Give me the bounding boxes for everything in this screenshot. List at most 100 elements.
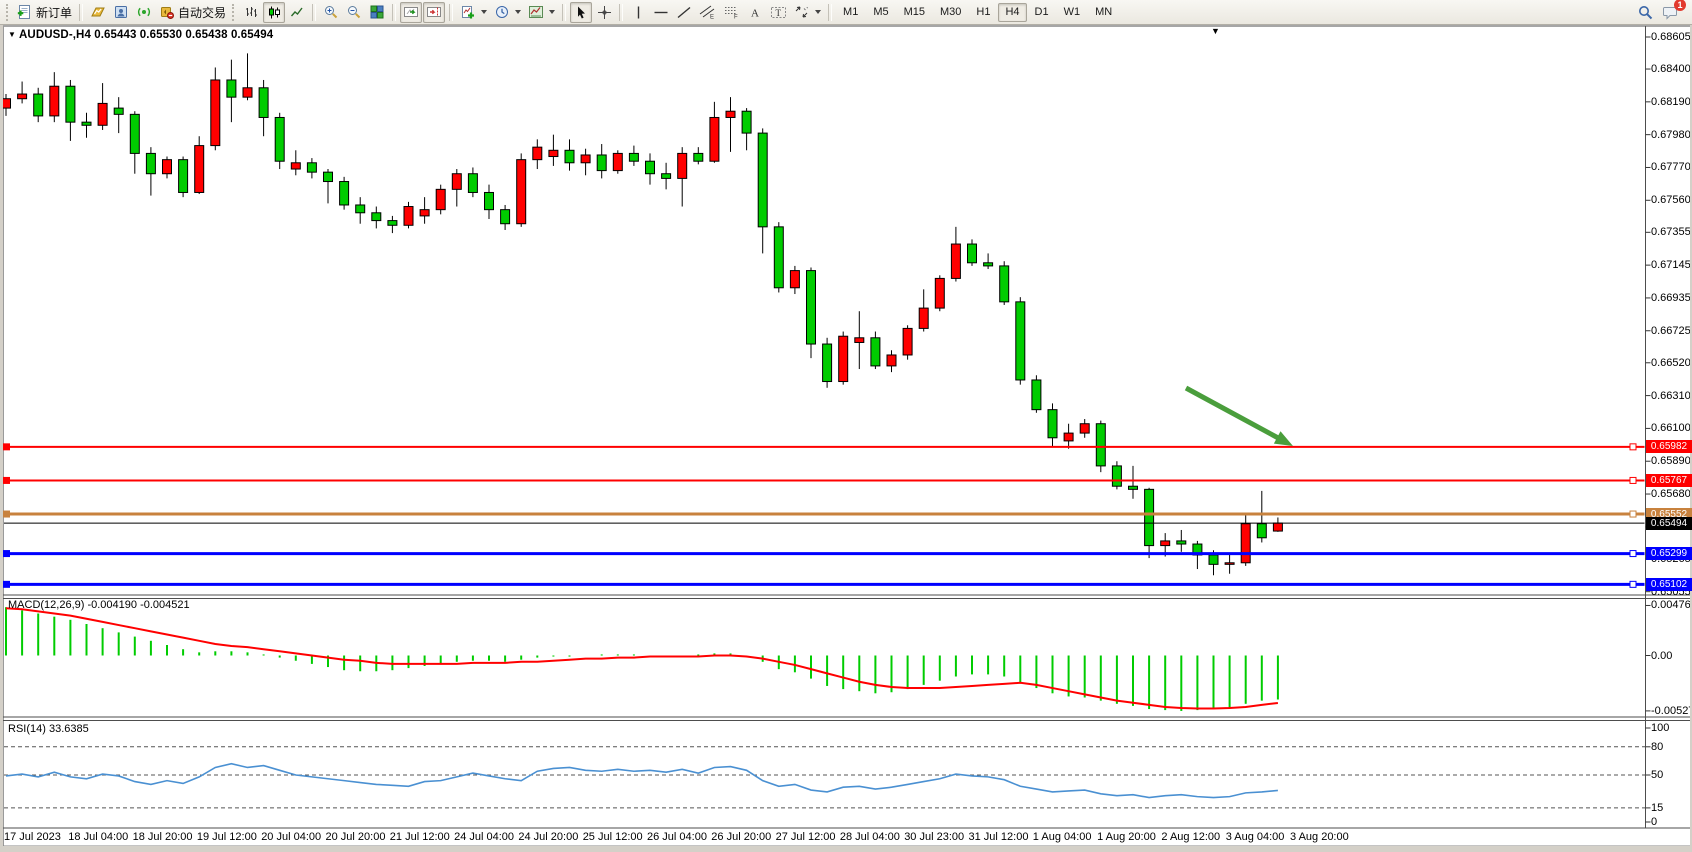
candle-down — [1257, 524, 1266, 538]
fibonacci-button[interactable]: F — [720, 2, 743, 23]
vertical-line-button[interactable] — [627, 2, 649, 23]
timeframe-button-m30[interactable]: M30 — [933, 3, 968, 22]
line-left-handle[interactable] — [3, 550, 10, 557]
tile-windows-button[interactable] — [366, 2, 388, 23]
price-axis-tick: 0.66520 — [1651, 357, 1691, 369]
profiles-button[interactable] — [110, 2, 132, 23]
channel-button[interactable]: E — [696, 2, 719, 23]
price-axis-tick: 0.66935 — [1651, 292, 1691, 304]
collapse-triangle-icon: ▼ — [8, 30, 16, 39]
chart-shift-button[interactable] — [423, 2, 445, 23]
line-chart-button[interactable] — [286, 2, 308, 23]
timeframe-button-m15[interactable]: M15 — [897, 3, 932, 22]
time-axis-label: 17 Jul 2023 — [4, 831, 61, 843]
timeframe-button-h1[interactable]: H1 — [969, 3, 997, 22]
line-left-handle[interactable] — [3, 511, 10, 518]
crosshair-button[interactable] — [593, 2, 615, 23]
candle-up — [839, 336, 848, 381]
rsi-label: RSI(14) 33.6385 — [8, 723, 89, 735]
candle-down — [1016, 302, 1025, 380]
new-chart-icon — [90, 4, 106, 20]
candle-down — [259, 88, 268, 118]
price-tag: 0.65299 — [1646, 547, 1692, 560]
new-chart-button[interactable] — [87, 2, 109, 23]
timeframe-button-w1[interactable]: W1 — [1057, 3, 1088, 22]
auto-scroll-button[interactable] — [400, 2, 422, 23]
chart-dropdown-icon[interactable]: ▼ — [1211, 26, 1220, 36]
line-right-handle[interactable] — [1630, 581, 1636, 587]
trendline-button[interactable] — [673, 2, 695, 23]
rsi-axis-tick: 50 — [1651, 769, 1663, 781]
timeframe-button-m5[interactable]: M5 — [866, 3, 895, 22]
price-axis-tick: 0.68605 — [1651, 31, 1691, 43]
line-right-handle[interactable] — [1630, 551, 1636, 557]
time-axis-label: 18 Jul 04:00 — [68, 831, 128, 843]
timeframe-button-h4[interactable]: H4 — [998, 3, 1026, 22]
candle-down — [324, 172, 333, 181]
indicators-button[interactable] — [457, 2, 490, 23]
price-axis-tick: 0.66100 — [1651, 422, 1691, 434]
line-left-handle[interactable] — [3, 443, 10, 450]
vertical-line-icon — [632, 5, 645, 20]
time-axis-label: 30 Jul 23:00 — [904, 831, 964, 843]
time-axis-label: 2 Aug 12:00 — [1161, 831, 1220, 843]
line-right-handle[interactable] — [1630, 511, 1636, 517]
auto-trading-label: 自动交易 — [178, 4, 226, 21]
line-left-handle[interactable] — [3, 477, 10, 484]
price-axis-tick: 0.67980 — [1651, 129, 1691, 141]
price-axis-tick: 0.68190 — [1651, 96, 1691, 108]
candle-down — [597, 155, 606, 171]
price-axis-tick: 0.67145 — [1651, 259, 1691, 271]
line-right-handle[interactable] — [1630, 477, 1636, 483]
candle-up — [1225, 563, 1234, 565]
search-icon[interactable] — [1637, 4, 1654, 21]
timeframe-button-mn[interactable]: MN — [1088, 3, 1119, 22]
line-right-handle[interactable] — [1630, 444, 1636, 450]
time-axis-label: 26 Jul 20:00 — [711, 831, 771, 843]
toolbar-separator — [312, 4, 316, 21]
price-axis-tick: 0.65890 — [1651, 455, 1691, 467]
macd-axis-tick: -0.005276 — [1651, 705, 1692, 717]
annotation-arrow-head[interactable] — [1274, 431, 1293, 446]
annotation-arrow-shaft[interactable] — [1186, 388, 1282, 440]
timeframe-button-m1[interactable]: M1 — [836, 3, 865, 22]
candle-up — [517, 160, 526, 224]
sound-button[interactable] — [133, 2, 155, 23]
candle-up — [790, 271, 799, 288]
text-button[interactable]: A — [744, 2, 766, 23]
zoom-in-button[interactable] — [320, 2, 342, 23]
bar-chart-button[interactable] — [240, 2, 262, 23]
candle-down — [1032, 380, 1041, 410]
templates-button[interactable] — [525, 2, 558, 23]
periods-icon — [494, 4, 510, 20]
new-order-icon — [17, 4, 33, 20]
candle-up — [613, 153, 622, 170]
periods-button[interactable] — [491, 2, 524, 23]
new-order-button[interactable]: 新订单 — [14, 2, 75, 23]
candlestick-chart-button[interactable] — [263, 2, 285, 23]
shapes-button[interactable] — [791, 2, 824, 23]
chart-canvas[interactable] — [0, 0, 1692, 852]
auto-trading-button[interactable]: 自动交易 — [156, 2, 229, 23]
candle-up — [533, 147, 542, 160]
toolbar-grip[interactable] — [6, 4, 11, 21]
candle-up — [163, 160, 172, 174]
candle-up — [404, 207, 413, 226]
candle-down — [807, 271, 816, 344]
zoom-out-button[interactable] — [343, 2, 365, 23]
svg-text:A: A — [751, 7, 759, 19]
fibonacci-icon: F — [723, 4, 740, 20]
toolbar-separator — [619, 4, 623, 21]
horizontal-line-button[interactable] — [650, 2, 672, 23]
candle-down — [356, 205, 365, 213]
cursor-button[interactable] — [570, 2, 592, 23]
text-label-button[interactable]: T — [767, 2, 790, 23]
line-left-handle[interactable] — [3, 581, 10, 588]
notification-badge: 1 — [1674, 0, 1686, 11]
candle-up — [436, 189, 445, 209]
toolbar-grip[interactable] — [232, 4, 237, 21]
notifications-button[interactable]: 1 — [1662, 4, 1680, 21]
timeframe-button-d1[interactable]: D1 — [1028, 3, 1056, 22]
candle-up — [420, 210, 429, 216]
chart-title[interactable]: ▼AUDUSD-,H4 0.65443 0.65530 0.65438 0.65… — [8, 29, 273, 41]
